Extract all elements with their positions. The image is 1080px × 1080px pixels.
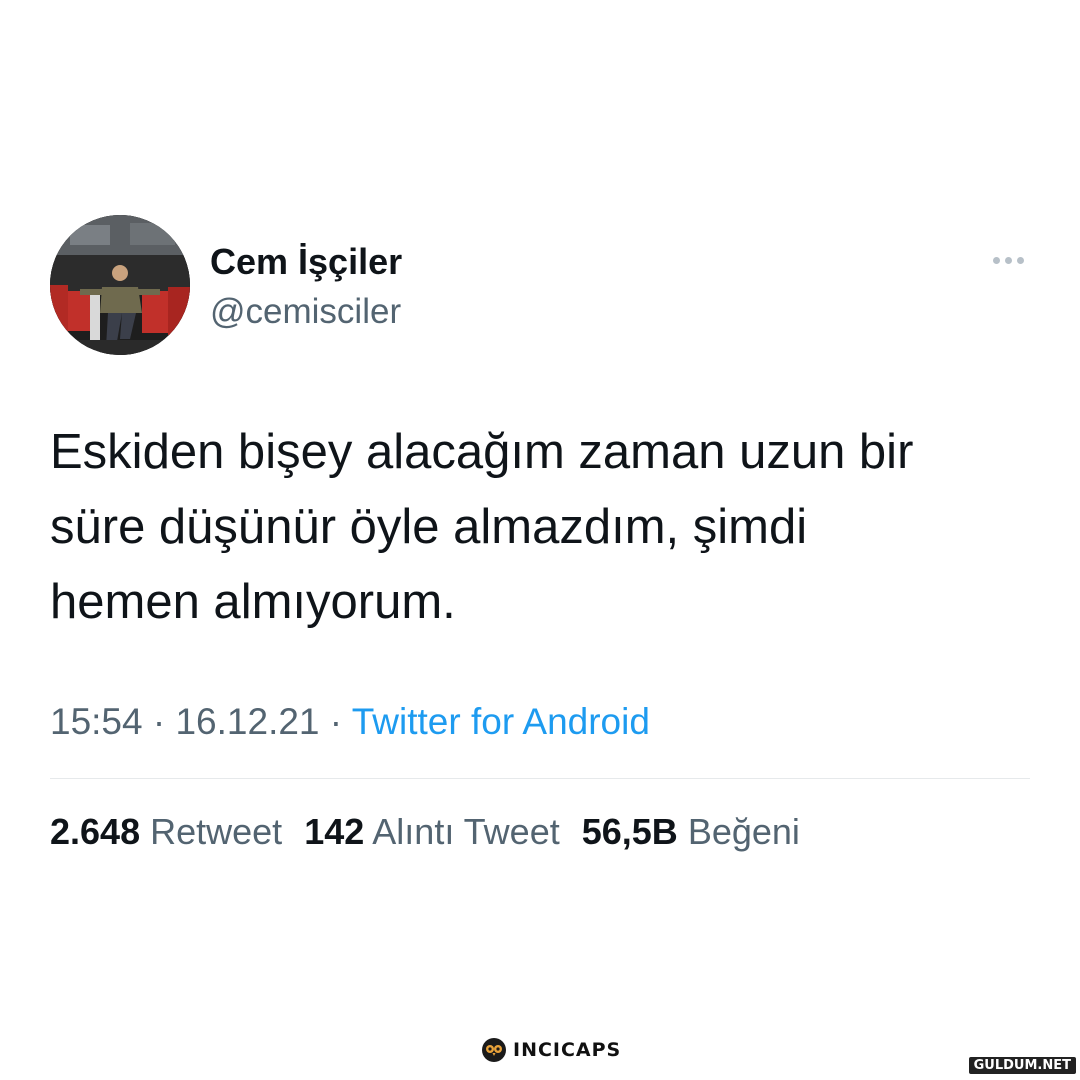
avatar[interactable] xyxy=(50,215,190,355)
meta-separator: · xyxy=(319,701,352,742)
display-name[interactable]: Cem İşçiler xyxy=(210,240,402,284)
tweet-source-link[interactable]: Twitter for Android xyxy=(352,701,650,742)
more-horizontal-icon-dot xyxy=(1016,256,1024,264)
tweet-time[interactable]: 15:54 xyxy=(50,701,143,742)
more-horizontal-icon-dot xyxy=(1004,256,1012,264)
quotes-stat[interactable]: 142 Alıntı Tweet xyxy=(304,810,560,854)
incicaps-logo: INCICAPS xyxy=(481,1036,621,1064)
tweet-date[interactable]: 16.12.21 xyxy=(175,701,319,742)
meta-separator: · xyxy=(142,701,176,742)
likes-count: 56,5B xyxy=(581,811,678,852)
more-options-button[interactable] xyxy=(984,248,1032,272)
tweet-stats: 2.648 Retweet 142 Alıntı Tweet 56,5B Beğ… xyxy=(50,810,800,854)
logo-text: INCICAPS xyxy=(513,1039,622,1061)
user-handle[interactable]: @cemisciler xyxy=(210,290,401,334)
watermark: GULDUM.NET xyxy=(968,1057,1076,1074)
retweets-stat[interactable]: 2.648 Retweet xyxy=(50,810,282,854)
tweet-text: Eskiden bişey alacağım zaman uzun bir sü… xyxy=(50,425,914,629)
divider xyxy=(50,778,1030,779)
quotes-count: 142 xyxy=(304,811,365,852)
avatar-photo xyxy=(50,215,190,355)
likes-stat[interactable]: 56,5B Beğeni xyxy=(582,810,800,854)
tweet-meta: 15:54 · 16.12.21 · Twitter for Android xyxy=(50,700,650,744)
quotes-label: Alıntı Tweet xyxy=(372,811,560,852)
more-horizontal-icon xyxy=(992,256,1000,264)
retweets-count: 2.648 xyxy=(50,811,141,852)
retweets-label: Retweet xyxy=(150,811,283,852)
likes-label: Beğeni xyxy=(687,811,800,852)
owl-logo-icon xyxy=(482,1038,506,1062)
